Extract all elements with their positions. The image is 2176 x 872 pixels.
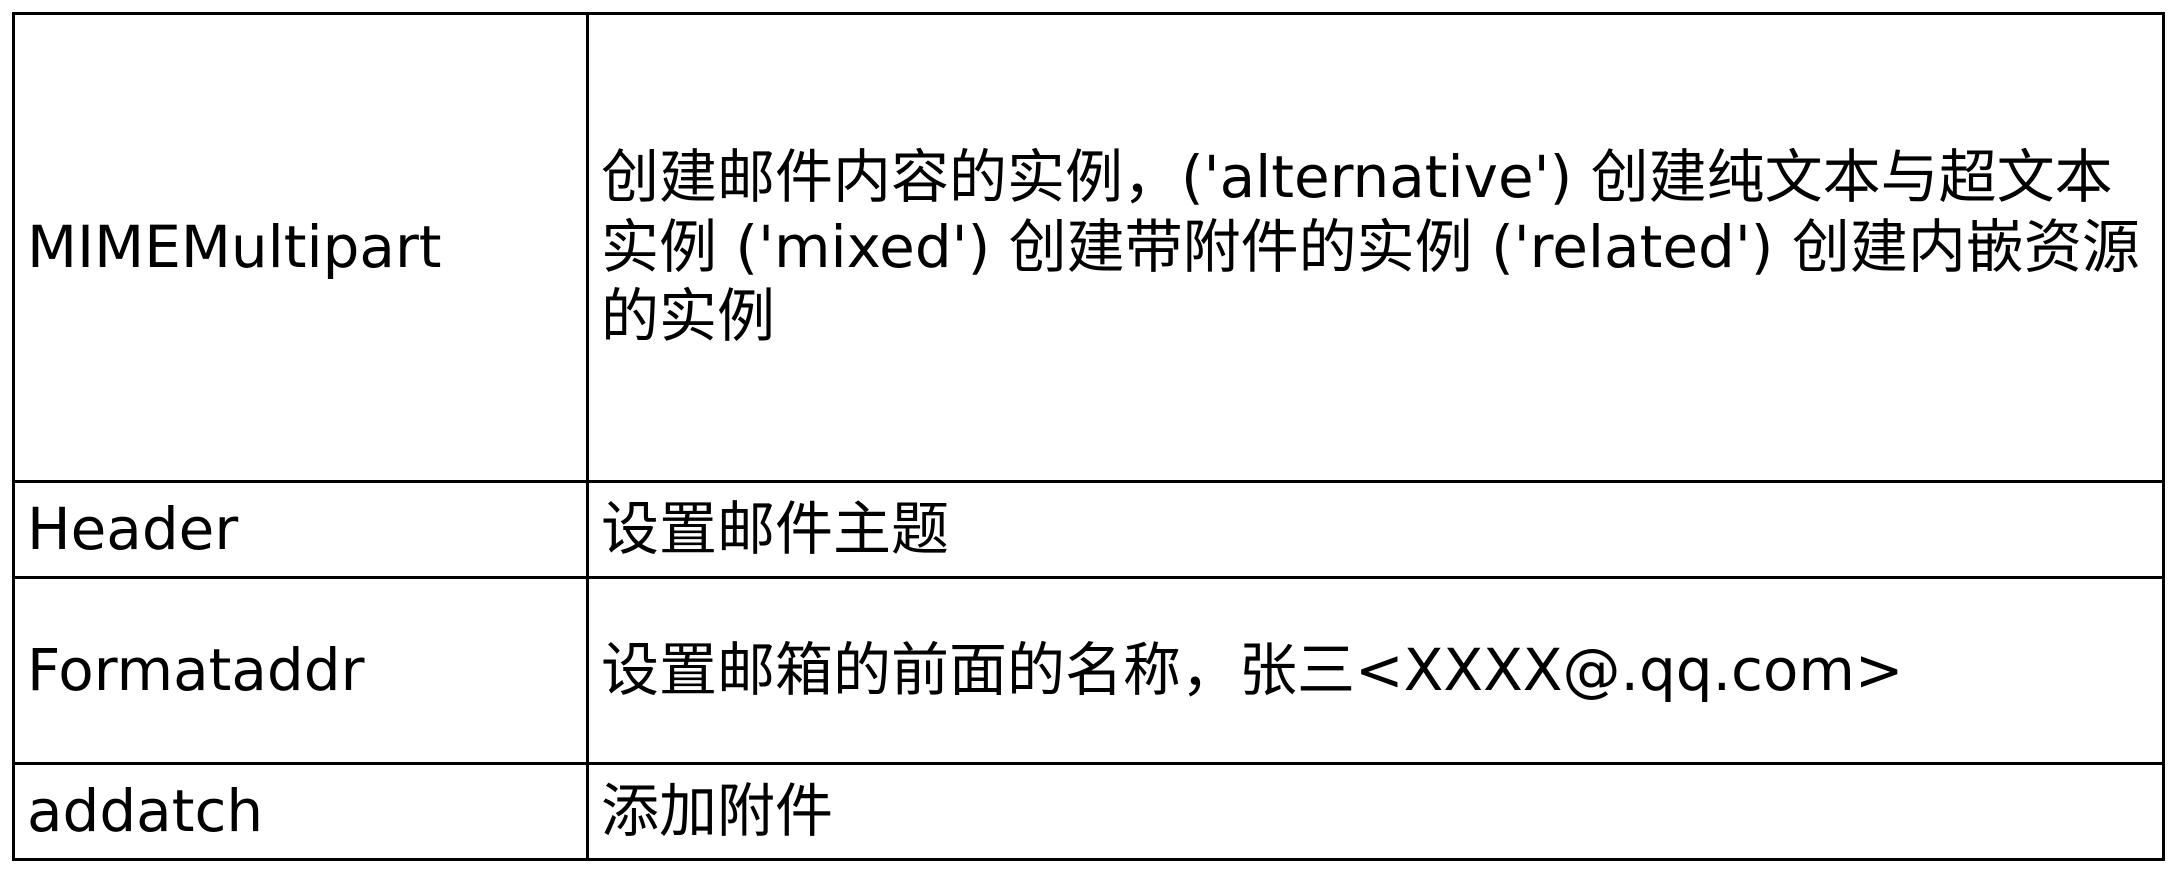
function-description-cell: 设置邮件主题 bbox=[586, 480, 2165, 579]
function-name-cell: MIMEMultipart bbox=[12, 12, 589, 483]
api-reference-table: MIMEMultipart 创建邮件内容的实例，('alternative') … bbox=[12, 12, 2165, 861]
table-body: MIMEMultipart 创建邮件内容的实例，('alternative') … bbox=[12, 12, 2165, 861]
function-description-cell: 设置邮箱的前面的名称，张三<XXXX@.qq.com> bbox=[586, 576, 2165, 765]
function-name-cell: addatch bbox=[12, 762, 589, 861]
function-name-cell: Formataddr bbox=[12, 576, 589, 765]
function-name-cell: Header bbox=[12, 480, 589, 579]
table-row: Formataddr 设置邮箱的前面的名称，张三<XXXX@.qq.com> bbox=[12, 576, 2165, 765]
table-row: MIMEMultipart 创建邮件内容的实例，('alternative') … bbox=[12, 12, 2165, 483]
table-row: addatch 添加附件 bbox=[12, 762, 2165, 861]
table-row: Header 设置邮件主题 bbox=[12, 480, 2165, 579]
function-description-cell: 创建邮件内容的实例，('alternative') 创建纯文本与超文本实例 ('… bbox=[586, 12, 2165, 483]
function-description-cell: 添加附件 bbox=[586, 762, 2165, 861]
